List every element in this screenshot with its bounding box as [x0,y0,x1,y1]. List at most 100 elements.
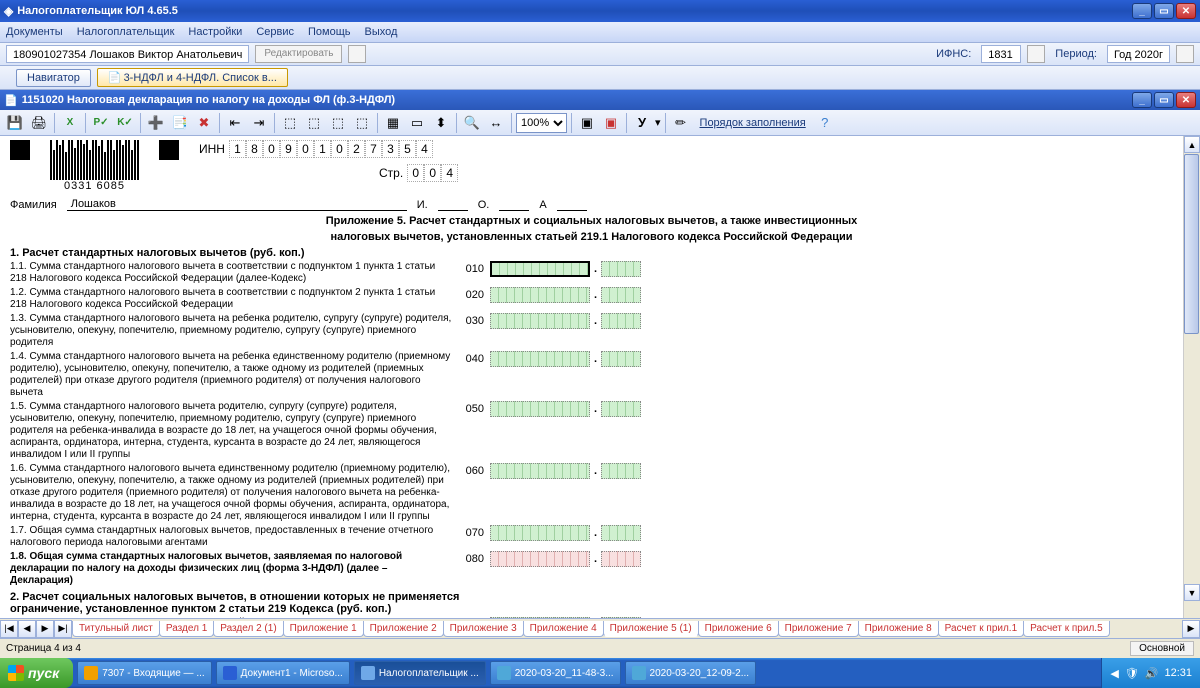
delete-icon[interactable]: ✖ [193,112,215,134]
wand-icon[interactable]: ✏ [670,112,692,134]
menu-exit[interactable]: Выход [365,26,398,38]
tab-appendix-5[interactable]: Приложение 5 (1) [603,621,699,637]
fill-order-link[interactable]: Порядок заполнения [700,117,806,129]
search-icon[interactable]: 🔍 [461,112,483,134]
tool-icon-10[interactable]: ▣ [600,112,622,134]
tab-appendix-6[interactable]: Приложение 6 [698,621,779,637]
tab-first-button[interactable]: |◀ [0,620,18,638]
field-090-rub[interactable] [490,617,590,618]
scroll-up-arrow[interactable]: ▲ [1184,136,1200,153]
page-label: Стр. [379,166,403,180]
tab-appendix-4[interactable]: Приложение 4 [523,621,604,637]
tool-icon-5[interactable]: ⬚ [279,112,301,134]
inner-close-button[interactable]: ✕ [1176,92,1196,108]
menu-service[interactable]: Сервис [256,26,294,38]
tab-prev-button[interactable]: ◀ [18,620,36,638]
tray-icon-2[interactable]: 🛡 [1125,667,1139,680]
task-outlook[interactable]: 7307 - Входящие — ... [77,661,211,685]
menu-settings[interactable]: Настройки [188,26,242,38]
y-button[interactable]: У [631,112,653,134]
task-img2[interactable]: 2020-03-20_12-09-2... [625,661,757,685]
tab-last-button[interactable]: ▶| [54,620,72,638]
field-080-kop[interactable] [601,551,641,567]
field-040-rub[interactable] [490,351,590,367]
field-030-rub[interactable] [490,313,590,329]
tab-appendix-3[interactable]: Приложение 3 [443,621,524,637]
check-p-icon[interactable]: P✓ [90,112,112,134]
field-010-kop[interactable] [601,261,641,277]
tool-icon-2[interactable]: 📑 [169,112,191,134]
document-tab-button[interactable]: 📄3-НДФЛ и 4-НДФЛ. Список в... [97,68,288,87]
inner-minimize-button[interactable]: _ [1132,92,1152,108]
zoom-select[interactable]: 100% [516,113,567,133]
tab-appendix-7[interactable]: Приложение 7 [778,621,859,637]
replace-icon[interactable]: ↔ [485,112,507,134]
field-060-kop[interactable] [601,463,641,479]
hscroll-right-icon[interactable]: ▶ [1182,620,1200,638]
field-070-rub[interactable] [490,525,590,541]
options-button[interactable] [348,45,366,63]
menu-taxpayer[interactable]: Налогоплательщик [77,26,175,38]
tab-section-2[interactable]: Раздел 2 (1) [213,621,283,637]
start-button[interactable]: пуск [0,658,73,688]
surname-field[interactable]: Лошаков [67,198,407,211]
sort-icon[interactable]: ⬍ [430,112,452,134]
tool-icon-7[interactable]: ⬚ [327,112,349,134]
tool-icon-6[interactable]: ⬚ [303,112,325,134]
clock[interactable]: 12:31 [1164,667,1192,679]
task-taxpayer[interactable]: Налогоплательщик ... [354,661,486,685]
tab-section-1[interactable]: Раздел 1 [159,621,214,637]
excel-icon[interactable]: X [59,112,81,134]
field-020-rub[interactable] [490,287,590,303]
field-040-kop[interactable] [601,351,641,367]
tab-appendix-8[interactable]: Приложение 8 [858,621,939,637]
inner-restore-button[interactable]: ▭ [1154,92,1174,108]
help-icon[interactable]: ? [814,112,836,134]
i-field[interactable] [438,210,468,211]
tool-icon-1[interactable]: ➕ [145,112,167,134]
field-080-rub[interactable] [490,551,590,567]
check-k-icon[interactable]: K✓ [114,112,136,134]
tool-icon-3[interactable]: ⇤ [224,112,246,134]
menu-documents[interactable]: Документы [6,26,63,38]
tab-appendix-1[interactable]: Приложение 1 [283,621,364,637]
navigator-button[interactable]: Навигатор [16,69,91,87]
field-020-kop[interactable] [601,287,641,303]
tab-calc-5[interactable]: Расчет к прил.5 [1023,621,1109,637]
tool-icon-8[interactable]: ⬚ [351,112,373,134]
task-img1[interactable]: 2020-03-20_11-48-3... [490,661,621,685]
scroll-thumb[interactable] [1184,154,1199,334]
tray-icon-1[interactable]: ◀ [1110,667,1118,680]
minimize-button[interactable]: _ [1132,3,1152,19]
tool-icon-9[interactable]: ▣ [576,112,598,134]
grid-icon[interactable]: ▦ [382,112,404,134]
edit-button[interactable]: Редактировать [255,45,342,63]
close-button[interactable]: ✕ [1176,3,1196,19]
o-field[interactable] [499,210,529,211]
field-030-kop[interactable] [601,313,641,329]
a-field[interactable] [557,210,587,211]
tab-appendix-2[interactable]: Приложение 2 [363,621,444,637]
field-060-rub[interactable] [490,463,590,479]
period-picker-button[interactable] [1176,45,1194,63]
field-050-rub[interactable] [490,401,590,417]
field-050-kop[interactable] [601,401,641,417]
menu-help[interactable]: Помощь [308,26,351,38]
app-titlebar: ◈ Налогоплательщик ЮЛ 4.65.5 _ ▭ ✕ [0,0,1200,22]
tab-next-button[interactable]: ▶ [36,620,54,638]
save-icon[interactable]: 💾 [4,112,26,134]
print-icon[interactable]: 🖨 [28,112,50,134]
scroll-down-arrow[interactable]: ▼ [1184,584,1200,601]
tool-icon-4[interactable]: ⇥ [248,112,270,134]
ifns-picker-button[interactable] [1027,45,1045,63]
form-icon[interactable]: ▭ [406,112,428,134]
tab-title-sheet[interactable]: Титульный лист [72,621,160,637]
task-word[interactable]: Документ1 - Microso... [216,661,350,685]
restore-button[interactable]: ▭ [1154,3,1174,19]
tab-calc-1[interactable]: Расчет к прил.1 [938,621,1024,637]
vertical-scrollbar[interactable]: ▲ ▼ [1183,136,1200,618]
field-070-kop[interactable] [601,525,641,541]
field-010-rub[interactable] [490,261,590,277]
field-090-kop[interactable] [601,617,641,618]
tray-icon-3[interactable]: 🔊 [1145,667,1159,680]
